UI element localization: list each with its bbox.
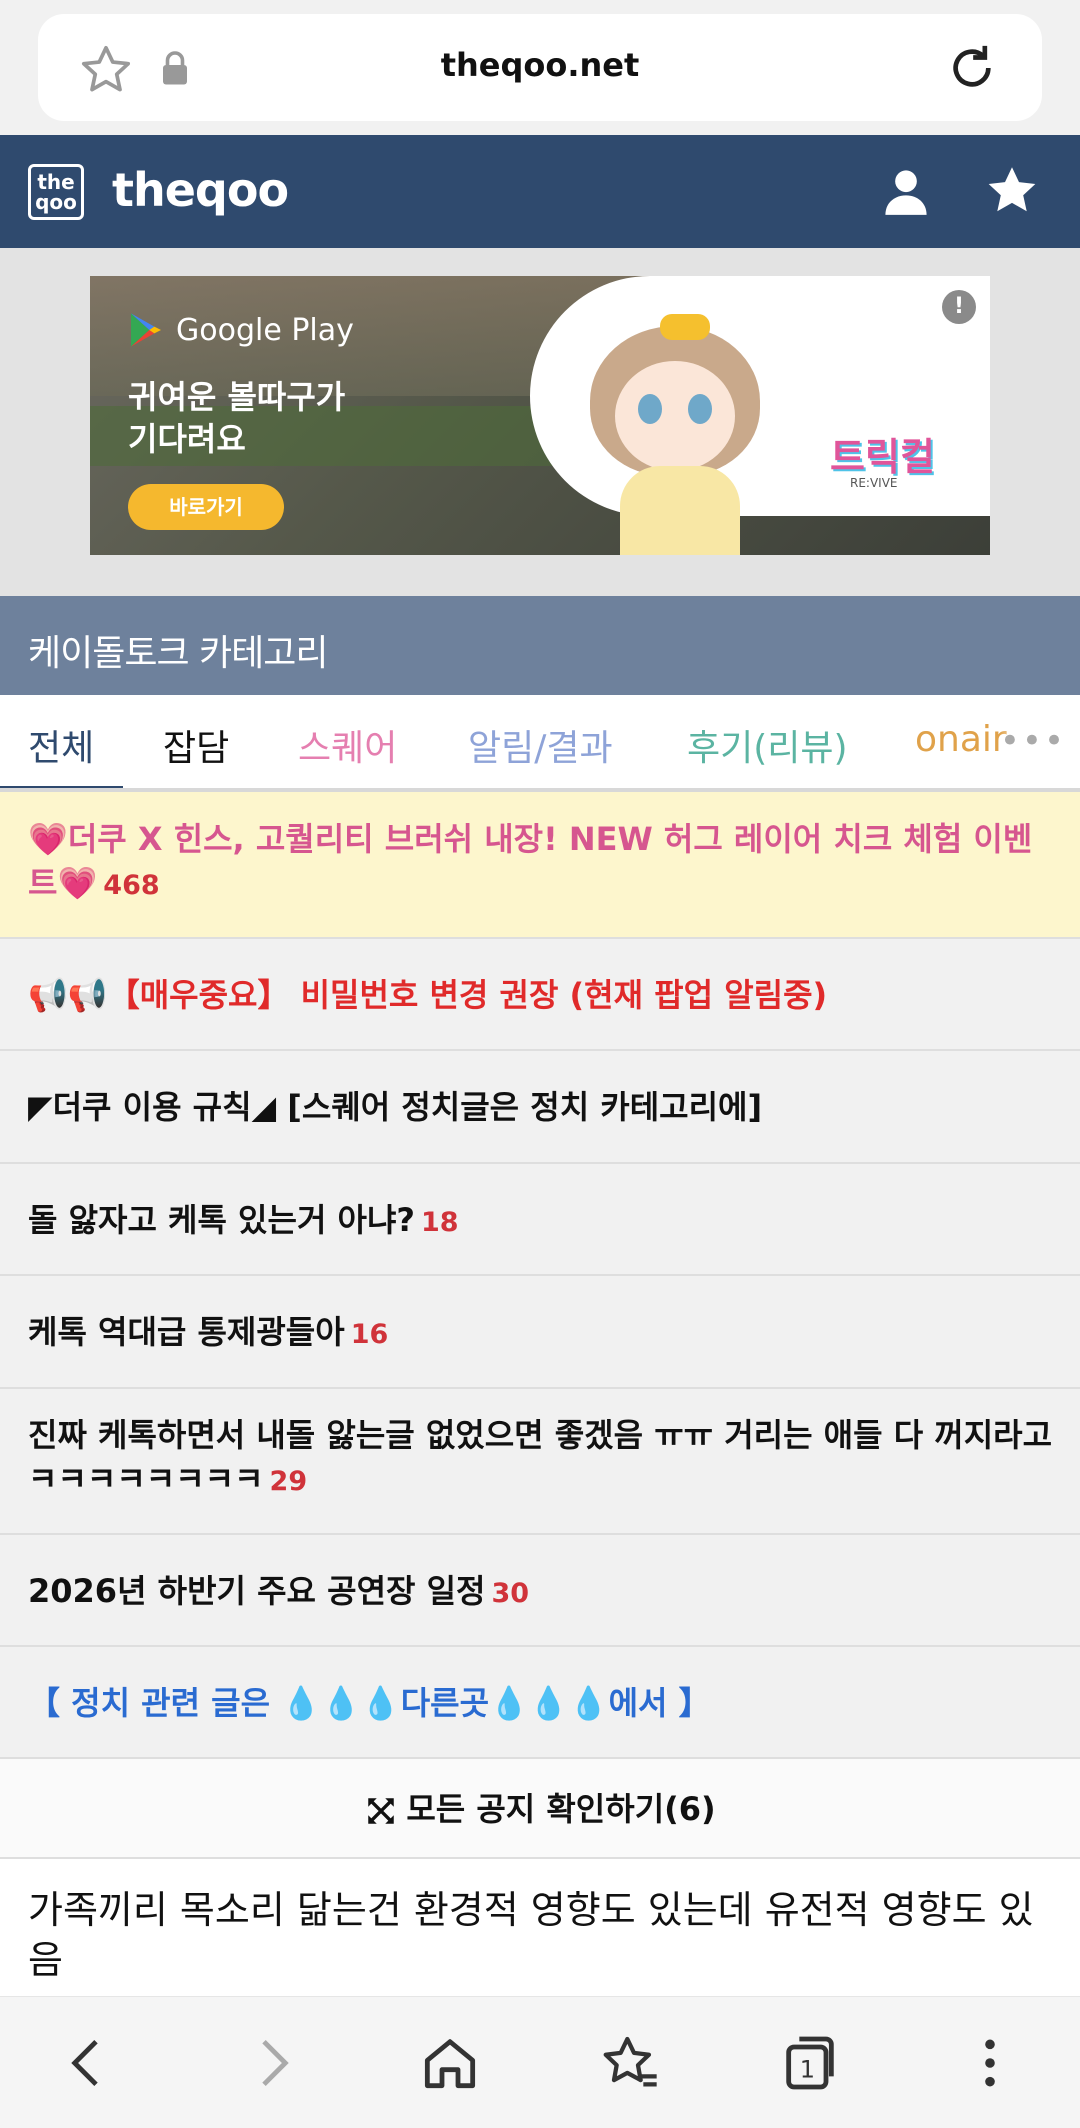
character-body <box>620 466 740 555</box>
ad-banner[interactable]: Google Play 귀여운 볼따구가 기다려요 바로가기 ! 트릭컬 RE:… <box>90 276 990 555</box>
ad-info-icon[interactable]: ! <box>942 290 976 324</box>
comment-count: 468 <box>103 870 160 901</box>
notice-row[interactable]: 돌 앓자고 케톡 있는거 아냐? 18 <box>0 1164 1080 1276</box>
tab-count: 1 <box>800 2056 815 2084</box>
address-bar[interactable]: theqoo.net <box>38 14 1042 121</box>
ad-headline-line2: 기다려요 <box>128 420 246 458</box>
notice-title: ◤더쿠 이용 규칙◢ [스퀘어 정치글은 정치 카테고리에] <box>28 1088 763 1126</box>
user-icon[interactable] <box>880 165 932 217</box>
character-face <box>615 361 735 471</box>
more-dots-icon: ••• <box>999 721 1066 761</box>
browser-bottom-nav: 1 <box>0 1996 1080 2128</box>
bookmarks-star-icon[interactable] <box>598 2031 662 2095</box>
browser-toolbar: theqoo.net <box>0 0 1080 135</box>
ad-headline-line1: 귀여운 볼따구가 <box>128 378 346 416</box>
category-title[interactable]: 케이돌토크 카테고리 <box>28 624 329 676</box>
character-bow <box>660 314 710 340</box>
tab-notice-results[interactable]: 알림/결과 <box>468 719 613 771</box>
comment-count: 29 <box>269 1466 308 1497</box>
home-icon[interactable] <box>418 2031 482 2095</box>
tab-onair[interactable]: onair <box>915 719 1007 760</box>
notice-row[interactable]: 진짜 케톡하면서 내돌 앓는글 없었으면 좋겠음 ㅠㅠ 거리는 애들 다 꺼지라… <box>0 1389 1080 1535</box>
tab-square[interactable]: 스퀘어 <box>298 719 397 771</box>
notice-row[interactable]: 📢📢【매우중요】 비밀번호 변경 권장 (현재 팝업 알림중) <box>0 939 1080 1051</box>
expand-arrows-icon <box>368 1798 395 1824</box>
list-item[interactable]: 가족끼리 목소리 닮는건 환경적 영향도 있는데 유전적 영향도 있음 <box>0 1859 1080 1996</box>
site-header: the qoo theqoo <box>0 135 1080 248</box>
game-logo: 트릭컬 <box>830 435 935 479</box>
notice-text: 진짜 케톡하면서 내돌 앓는글 없었으면 좋겠음 ㅠㅠ 거리는 애들 다 꺼지라… <box>28 1416 1053 1498</box>
all-notices-button[interactable]: 모든 공지 확인하기(6) <box>0 1759 1080 1859</box>
tab-reviews[interactable]: 후기(리뷰) <box>687 719 848 771</box>
notice-title: 【 정치 관련 글은 💧💧💧다른곳💧💧💧에서 】 <box>28 1684 711 1722</box>
chevron-right-icon[interactable] <box>240 2031 304 2095</box>
notice-title: 📢📢【매우중요】 비밀번호 변경 권장 (현재 팝업 알림중) <box>28 976 828 1014</box>
notice-text: 💗더쿠 X 힌스, 고퀄리티 브러쉬 내장! NEW 허그 레이어 치크 체험 … <box>28 820 1033 902</box>
tabs-more-button[interactable]: ••• <box>1000 695 1080 788</box>
chevron-left-icon[interactable] <box>56 2031 120 2095</box>
tabs-icon[interactable]: 1 <box>778 2031 842 2095</box>
character-eye <box>638 394 662 424</box>
site-title[interactable]: theqoo <box>112 163 289 217</box>
notice-row[interactable]: ◤더쿠 이용 규칙◢ [스퀘어 정치글은 정치 카테고리에] <box>0 1051 1080 1164</box>
category-bar: 케이돌토크 카테고리 <box>0 596 1080 695</box>
comment-count: 18 <box>420 1207 459 1238</box>
more-vertical-icon[interactable] <box>958 2031 1022 2095</box>
star-filled-icon[interactable] <box>984 163 1040 219</box>
ad-area: Google Play 귀여운 볼따구가 기다려요 바로가기 ! 트릭컬 RE:… <box>0 248 1080 596</box>
google-play-icon <box>131 313 161 347</box>
category-tabs: 전체 잡담 스퀘어 알림/결과 후기(리뷰) onair ••• <box>0 695 1080 792</box>
notice-row[interactable]: 2026년 하반기 주요 공연장 일정 30 <box>0 1535 1080 1647</box>
notice-text: 2026년 하반기 주요 공연장 일정 <box>28 1572 486 1610</box>
notice-title: 케톡 역대급 통제광들아 16 <box>28 1310 1058 1357</box>
all-notices-label: 모든 공지 확인하기(6) <box>406 1790 716 1828</box>
notice-text: 케톡 역대급 통제광들아 <box>28 1313 345 1351</box>
character-eye <box>688 394 712 424</box>
notice-row[interactable]: 케톡 역대급 통제광들아 16 <box>0 1276 1080 1389</box>
site-logo[interactable]: the qoo <box>28 164 84 220</box>
tab-all[interactable]: 전체 <box>28 719 94 771</box>
post-title: 가족끼리 목소리 닮는건 환경적 영향도 있는데 유전적 영향도 있음 <box>28 1888 1034 1982</box>
notice-text: 돌 앓자고 케톡 있는거 아냐? <box>28 1201 415 1239</box>
notice-row[interactable]: 【 정치 관련 글은 💧💧💧다른곳💧💧💧에서 】 <box>0 1647 1080 1759</box>
google-play-label: Google Play <box>126 310 354 350</box>
notice-title: 돌 앓자고 케톡 있는거 아냐? 18 <box>28 1198 1058 1245</box>
url-text[interactable]: theqoo.net <box>38 46 1042 84</box>
notice-title: 💗더쿠 X 힌스, 고퀄리티 브러쉬 내장! NEW 허그 레이어 치크 체험 … <box>28 817 1058 908</box>
comment-count: 30 <box>491 1578 530 1609</box>
comment-count: 16 <box>350 1319 389 1350</box>
notice-title: 진짜 케톡하면서 내돌 앓는글 없었으면 좋겠음 ㅠㅠ 거리는 애들 다 꺼지라… <box>28 1413 1058 1504</box>
notice-title: 2026년 하반기 주요 공연장 일정 30 <box>28 1569 1058 1616</box>
ad-cta-button[interactable]: 바로가기 <box>128 484 284 530</box>
store-label: Google Play <box>176 312 354 348</box>
tab-chat[interactable]: 잡담 <box>163 719 229 771</box>
logo-text: the qoo <box>35 170 77 214</box>
reload-icon[interactable] <box>944 40 1000 96</box>
game-subtitle: RE:VIVE <box>850 476 898 490</box>
ad-headline: 귀여운 볼따구가 기다려요 <box>128 376 345 460</box>
notice-row[interactable]: 💗더쿠 X 힌스, 고퀄리티 브러쉬 내장! NEW 허그 레이어 치크 체험 … <box>0 792 1080 939</box>
